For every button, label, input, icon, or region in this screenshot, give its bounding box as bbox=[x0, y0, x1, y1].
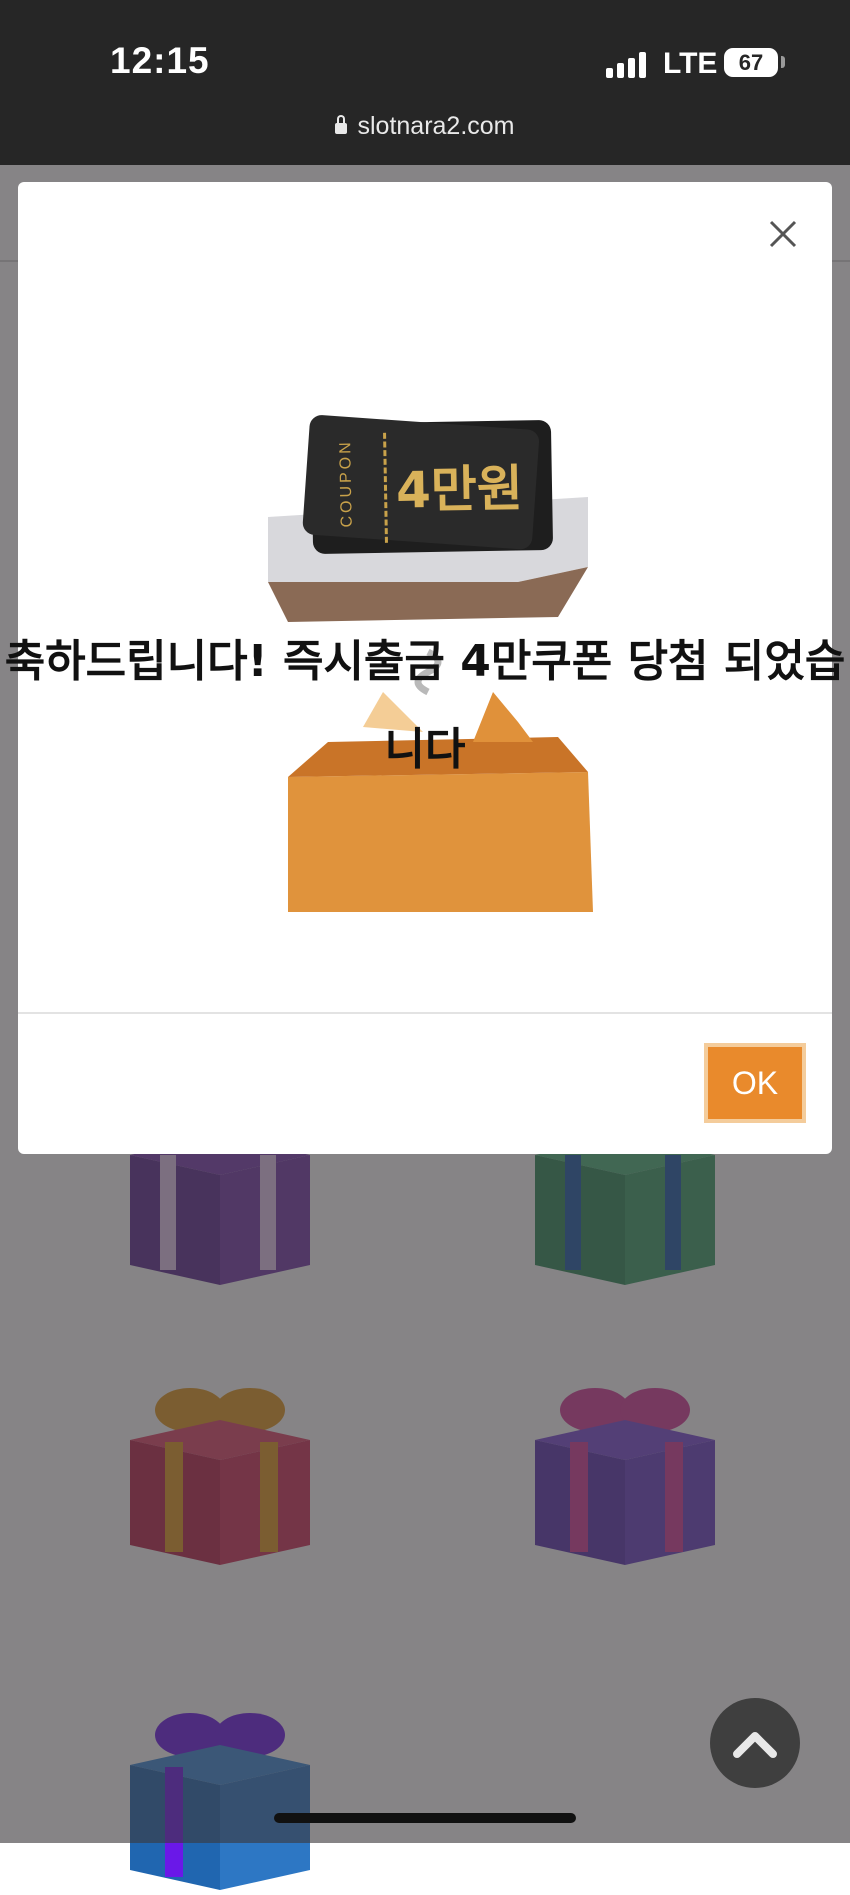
scroll-to-top-button[interactable] bbox=[710, 1698, 800, 1788]
battery-icon: 67 bbox=[724, 48, 778, 77]
battery-tip bbox=[781, 56, 785, 68]
signal-icon bbox=[606, 52, 648, 78]
clock: 12:15 bbox=[110, 40, 210, 81]
ok-button[interactable]: OK bbox=[704, 1043, 806, 1123]
address-bar[interactable]: slotnara2.com bbox=[0, 112, 850, 141]
network-type: LTE bbox=[663, 47, 718, 80]
close-icon[interactable] bbox=[763, 214, 803, 254]
modal-footer: OK bbox=[18, 1012, 832, 1154]
url-text: slotnara2.com bbox=[357, 112, 515, 140]
modal-body: COUPON 4만원 bbox=[18, 182, 832, 1012]
lock-icon bbox=[335, 115, 348, 134]
home-indicator[interactable] bbox=[274, 1813, 576, 1823]
status-bar: 12:15 LTE 67 slotnara2.com bbox=[0, 0, 850, 165]
coupon-amount: 4만원 bbox=[395, 459, 524, 520]
chevron-up-icon bbox=[733, 1732, 777, 1758]
coupon-ticket: COUPON 4만원 bbox=[302, 414, 554, 555]
prize-message: 축하드립니다! 즉시출금 4만쿠폰 당첨 되었습니다 bbox=[4, 636, 846, 775]
coupon-side-label: COUPON bbox=[337, 439, 356, 528]
